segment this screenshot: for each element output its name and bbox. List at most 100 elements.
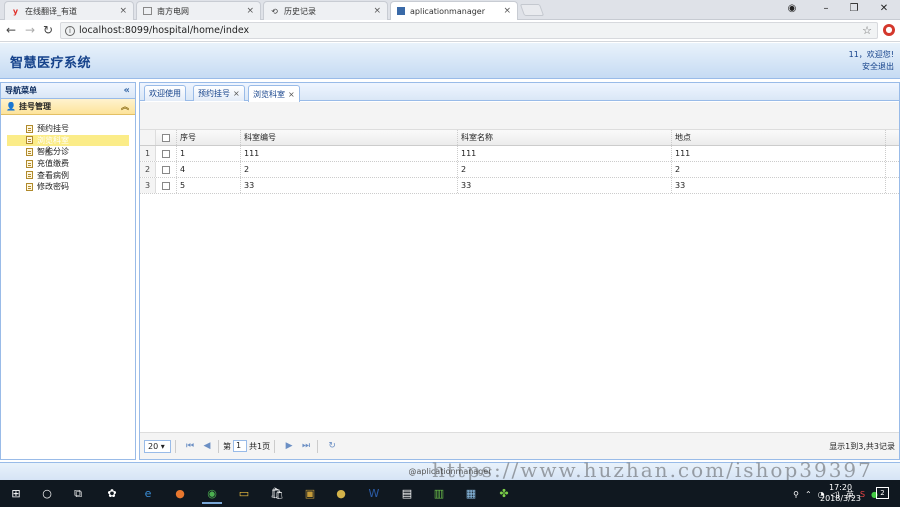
page-size-value: 20 <box>148 441 159 451</box>
app-header: 智慧医疗系统 11，欢迎您! 安全退出 <box>0 43 900 79</box>
column-header-code[interactable]: 科室编号 <box>240 130 457 145</box>
nav-item-records[interactable]: 查看病例 <box>7 169 129 181</box>
cell-code: 33 <box>240 178 457 193</box>
youdao-icon: y <box>12 6 19 16</box>
app-icon-misc[interactable]: ✿ <box>102 484 122 504</box>
document-icon <box>143 7 152 15</box>
table-row[interactable]: 1 1 111 111 111 <box>140 146 899 162</box>
notes-icon[interactable]: ▦ <box>461 484 481 504</box>
windows-start-icon[interactable]: ⊞ <box>6 484 26 504</box>
close-icon[interactable]: × <box>373 6 381 16</box>
chevron-up-icon[interactable]: ⌃ <box>805 490 812 499</box>
forward-icon[interactable]: → <box>23 23 37 37</box>
logout-link[interactable]: 安全退出 <box>849 61 894 73</box>
back-icon[interactable]: ← <box>4 23 18 37</box>
close-icon[interactable]: × <box>119 6 127 16</box>
edge-icon[interactable]: e <box>138 484 158 504</box>
file-icon <box>26 147 33 156</box>
browser-tab-app[interactable]: aplicationmanager × <box>390 1 518 20</box>
clock[interactable]: 17:20 2018/3/23 <box>820 482 861 504</box>
cell-place: 111 <box>671 146 886 161</box>
prev-page-icon[interactable]: ◀ <box>200 441 214 451</box>
chevron-up-icon[interactable]: ︽ <box>121 101 129 112</box>
page-size-select[interactable]: 20 ▾ <box>144 439 171 453</box>
pagination-bar: 20 ▾ ⏮ ◀ 第 1 共1页 ▶ ⏭ ↻ 显示1到3,共3记录 <box>140 432 899 459</box>
user-welcome: 11，欢迎您! 安全退出 <box>849 49 894 73</box>
close-icon[interactable]: × <box>503 6 511 16</box>
select-all-checkbox[interactable] <box>156 133 176 142</box>
close-icon[interactable]: × <box>246 6 254 16</box>
tab-welcome[interactable]: 欢迎使用 <box>144 85 186 101</box>
window-close-icon[interactable]: ✕ <box>870 0 898 20</box>
cell-code: 111 <box>240 146 457 161</box>
file-icon <box>26 159 33 168</box>
word-icon[interactable]: W <box>364 484 384 504</box>
nav-item-departments[interactable]: 浏览科室 <box>7 134 129 147</box>
file-explorer-icon[interactable]: ▭ <box>234 484 254 504</box>
cortana-icon[interactable]: ○ <box>37 484 57 504</box>
taskbar: ⊞ ○ ⧉ ✿ e ● ◉ ▭ 🛍 ▣ ● W ▤ ▥ ▦ ✤ ⚲ ⌃ ◔ ◁)… <box>0 480 900 507</box>
app-title: 智慧医疗系统 <box>10 56 92 71</box>
editor-icon[interactable]: ▥ <box>429 484 449 504</box>
wechat-icon[interactable]: ✤ <box>494 484 514 504</box>
collapse-icon[interactable]: « <box>124 85 130 96</box>
bookmark-star-icon[interactable]: ☆ <box>862 24 872 37</box>
row-number-header <box>140 130 156 145</box>
minimize-icon[interactable]: – <box>812 0 840 20</box>
new-tab-button[interactable] <box>519 4 545 16</box>
maximize-icon[interactable]: ❐ <box>840 0 868 20</box>
table-row[interactable]: 3 5 33 33 33 <box>140 178 899 194</box>
column-header-place[interactable]: 地点 <box>671 130 886 145</box>
tab-booking[interactable]: 预约挂号 × <box>193 85 245 101</box>
department-grid: 序号 科室编号 科室名称 地点 1 1 111 111 111 2 4 2 2 … <box>140 130 899 194</box>
terminal-icon[interactable]: ▤ <box>397 484 417 504</box>
browser-tab-history[interactable]: ⟲ 历史记录 × <box>263 1 388 20</box>
next-page-icon[interactable]: ▶ <box>282 441 296 451</box>
table-row[interactable]: 2 4 2 2 2 <box>140 162 899 178</box>
tab-departments[interactable]: 浏览科室 × <box>248 85 300 102</box>
file-icon <box>26 171 33 180</box>
nav-list: 预约挂号 浏览科室 智能分诊 充值缴费 查看病例 修改密码 <box>1 123 135 193</box>
firefox-icon[interactable]: ● <box>170 484 190 504</box>
info-icon[interactable]: i <box>65 25 75 36</box>
nav-item-password[interactable]: 修改密码 <box>7 181 129 193</box>
nav-item-triage[interactable]: 智能分诊 <box>7 146 129 158</box>
nav-item-recharge[interactable]: 充值缴费 <box>7 158 129 170</box>
nav-item-booking[interactable]: 预约挂号 <box>7 123 129 135</box>
cell-name: 111 <box>457 146 671 161</box>
url-text: localhost:8099/hospital/home/index <box>79 25 250 36</box>
tab-label: 预约挂号 <box>198 89 230 98</box>
page-number-input[interactable]: 1 <box>233 440 247 452</box>
notification-center-icon[interactable]: 2 <box>876 487 889 499</box>
pagination-info: 显示1到3,共3记录 <box>829 441 895 451</box>
cell-place: 33 <box>671 178 886 193</box>
people-icon[interactable]: ⚲ <box>793 490 799 499</box>
extension-icon[interactable]: ● <box>883 24 895 36</box>
tab-close-icon[interactable]: × <box>233 89 240 98</box>
column-header-seq[interactable]: 序号 <box>176 130 240 145</box>
last-page-icon[interactable]: ⏭ <box>299 441 313 451</box>
address-bar: ← → ↻ i localhost:8099/hospital/home/ind… <box>0 20 900 42</box>
chrome-icon[interactable]: ◉ <box>202 484 222 504</box>
first-page-icon[interactable]: ⏮ <box>183 441 197 451</box>
refresh-icon[interactable]: ↻ <box>325 441 339 451</box>
row-checkbox[interactable] <box>156 149 176 158</box>
page-total: 共1页 <box>249 441 271 451</box>
reload-icon[interactable]: ↻ <box>41 23 55 37</box>
hbuilder-icon[interactable]: ● <box>331 484 351 504</box>
tab-close-icon[interactable]: × <box>288 90 295 99</box>
store-icon[interactable]: 🛍 <box>267 484 287 504</box>
browser-tab-strip: y 在线翻译_有道 × 南方电网 × ⟲ 历史记录 × aplicationma… <box>0 0 900 20</box>
browser-tab-youdao[interactable]: y 在线翻译_有道 × <box>4 1 134 20</box>
profile-icon[interactable]: ◉ <box>778 0 806 20</box>
url-input[interactable]: i localhost:8099/hospital/home/index ☆ <box>60 22 878 39</box>
task-view-icon[interactable]: ⧉ <box>68 484 88 504</box>
row-checkbox[interactable] <box>156 181 176 190</box>
row-checkbox[interactable] <box>156 165 176 174</box>
column-header-name[interactable]: 科室名称 <box>457 130 671 145</box>
accordion-header[interactable]: 👤 挂号管理 ︽ <box>1 99 135 115</box>
game-icon[interactable]: ▣ <box>300 484 320 504</box>
tab-label: 浏览科室 <box>253 89 285 99</box>
nav-item-label: 预约挂号 <box>37 124 69 134</box>
browser-tab-csg[interactable]: 南方电网 × <box>136 1 261 20</box>
